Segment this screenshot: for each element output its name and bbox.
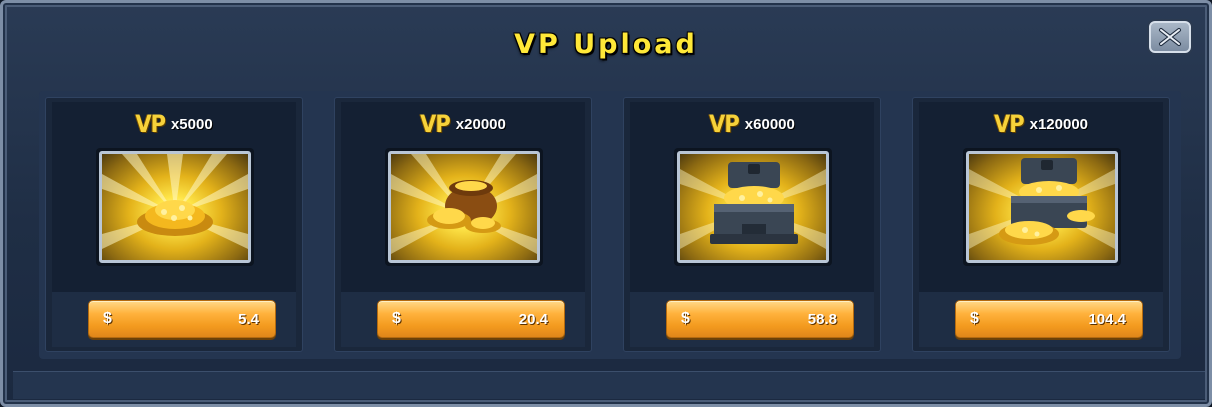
package-image-frame[interactable] [385, 148, 543, 266]
close-button[interactable] [1149, 21, 1191, 53]
package-card: VP x120000 $ 104.4 [912, 97, 1170, 352]
buy-button[interactable]: $ 104.4 [955, 300, 1143, 338]
package-quantity: x20000 [455, 115, 506, 133]
price-label: 5.4 [238, 311, 259, 328]
package-quantity: x120000 [1029, 115, 1089, 133]
package-amount: VP x120000 [913, 110, 1169, 138]
gold-sack-icon [391, 154, 537, 254]
gold-pile-icon [102, 154, 248, 249]
treasure-chest-icon [680, 162, 826, 249]
dialog-footer [13, 371, 1205, 399]
package-card: VP x60000 $ 58.8 [623, 97, 881, 352]
currency-symbol: $ [103, 310, 112, 327]
treasure-chest-large-icon [969, 158, 1115, 249]
price-label: 58.8 [807, 311, 837, 328]
package-image-frame[interactable] [674, 148, 832, 266]
buy-button[interactable]: $ 5.4 [88, 300, 276, 338]
package-card: VP x20000 $ 20.4 [334, 97, 592, 352]
close-icon [1159, 28, 1181, 46]
buy-button[interactable]: $ 20.4 [377, 300, 565, 338]
package-image-frame[interactable] [963, 148, 1121, 266]
vp-logo: VP [135, 110, 166, 138]
vp-logo: VP [993, 110, 1025, 138]
price-label: 20.4 [518, 311, 548, 328]
price-label: 104.4 [1088, 311, 1126, 328]
vp-logo: VP [709, 110, 740, 138]
currency-symbol: $ [970, 310, 979, 327]
currency-symbol: $ [681, 310, 690, 327]
package-image-frame[interactable] [96, 148, 254, 266]
vp-logo: VP [420, 110, 451, 138]
currency-symbol: $ [392, 310, 401, 327]
package-amount: VP x60000 [624, 110, 880, 138]
dialog-title: VP Upload [514, 29, 698, 60]
package-amount: VP x20000 [335, 110, 591, 138]
package-card: VP x5000 $ 5.4 [45, 97, 303, 352]
package-quantity: x60000 [744, 115, 795, 133]
package-amount: VP x5000 [46, 110, 302, 138]
buy-button[interactable]: $ 58.8 [666, 300, 854, 338]
vp-upload-dialog: VP Upload VP x5000 $ 5.4 VP x20000 $ 20.… [0, 0, 1212, 407]
package-quantity: x5000 [170, 115, 213, 133]
